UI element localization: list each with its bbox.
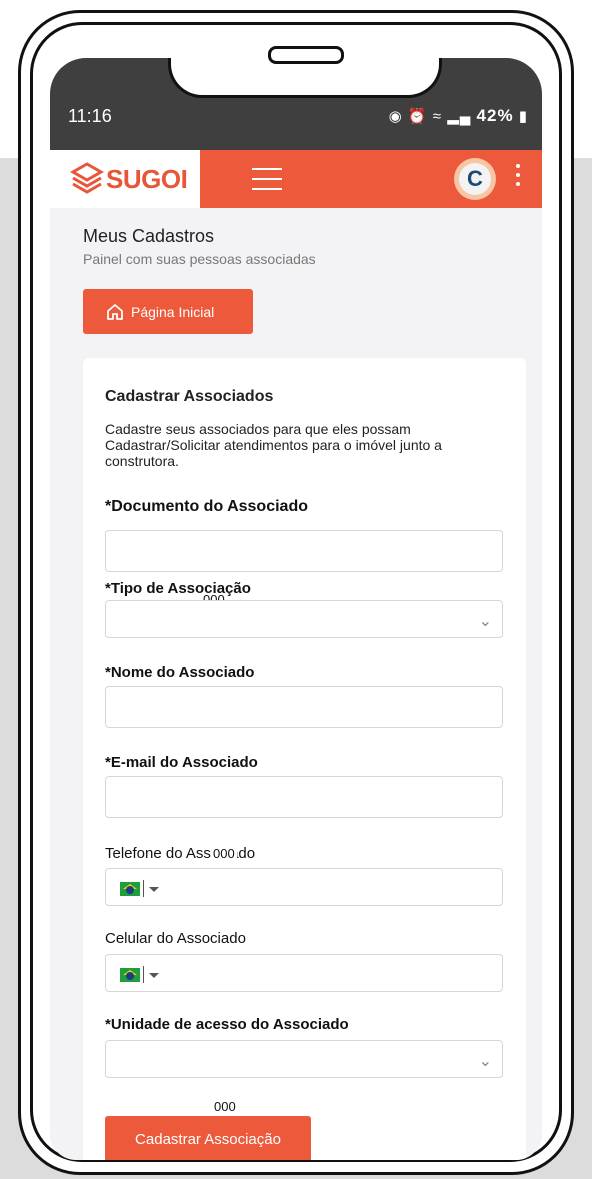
alarm-icon: ⏰ [407, 108, 428, 125]
status-time: 11:16 [68, 106, 112, 126]
status-bar: 11:16 ◉ ⏰ ≈ ▂▄ 42% ▮ [50, 58, 542, 150]
chevron-down-icon: ⌄ [478, 1053, 492, 1070]
form-title: Cadastrar Associados [105, 388, 274, 405]
nome-input[interactable] [105, 686, 503, 728]
home-button-label: Página Inicial [131, 303, 215, 320]
notification-icon: ◉ [388, 108, 403, 125]
form-card: Cadastrar Associados Cadastre seus assoc… [83, 358, 526, 1160]
email-input[interactable] [105, 776, 503, 818]
caret-down-icon[interactable] [149, 887, 159, 892]
flag-divider [143, 880, 144, 897]
telefone-input[interactable] [105, 868, 503, 906]
page-subtitle: Painel com suas pessoas associadas [83, 251, 316, 267]
chevron-down-icon: ⌄ [478, 613, 492, 630]
submit-button[interactable]: Cadastrar Associação [105, 1116, 311, 1160]
tipo-label: *Tipo de Associação [105, 580, 251, 597]
email-label: *E-mail do Associado [105, 754, 258, 771]
battery-percentage: 42% [476, 106, 514, 125]
phone-speaker [268, 46, 344, 64]
wifi-icon: ≈ [432, 108, 443, 125]
app-header: SUGOI C [50, 150, 542, 208]
home-icon [107, 303, 123, 320]
menu-icon[interactable] [252, 168, 282, 190]
documento-input[interactable] [105, 530, 503, 572]
brazil-flag-icon[interactable] [120, 882, 140, 896]
flag-divider [143, 966, 144, 983]
phone-notch [168, 58, 442, 98]
page-title: Meus Cadastros [83, 226, 215, 246]
logo[interactable]: SUGOI [50, 150, 200, 208]
celular-input[interactable] [105, 954, 503, 992]
more-vert-icon[interactable] [514, 164, 522, 194]
documento-label: *Documento do Associado [105, 498, 308, 515]
status-icons: ◉ ⏰ ≈ ▂▄ 42% ▮ [389, 106, 528, 126]
unidade-label: *Unidade de acesso do Associado [105, 1016, 349, 1033]
brazil-flag-icon[interactable] [120, 968, 140, 982]
avatar-letter: C [459, 163, 491, 195]
phone-screen: 11:16 ◉ ⏰ ≈ ▂▄ 42% ▮ SUGOI C Meus Cadast… [50, 58, 542, 1160]
home-button[interactable]: Página Inicial [83, 289, 253, 334]
submit-button-label: Cadastrar Associação [135, 1130, 281, 1148]
logo-icon [70, 162, 104, 194]
celular-label: Celular do Associado [105, 930, 246, 947]
unidade-select[interactable]: ⌄ [105, 1040, 503, 1078]
avatar[interactable]: C [454, 158, 496, 200]
form-description: Cadastre seus associados para que eles p… [105, 421, 442, 469]
caret-down-icon[interactable] [149, 973, 159, 978]
overlay-badge: 000 [212, 1099, 238, 1114]
battery-icon: ▮ [518, 108, 528, 125]
nome-label: *Nome do Associado [105, 664, 255, 681]
tipo-select[interactable]: ⌄ [105, 600, 503, 638]
overlay-badge: 000 [211, 846, 237, 861]
logo-text: SUGOI [106, 164, 188, 194]
signal-icon: ▂▄ [447, 108, 472, 125]
